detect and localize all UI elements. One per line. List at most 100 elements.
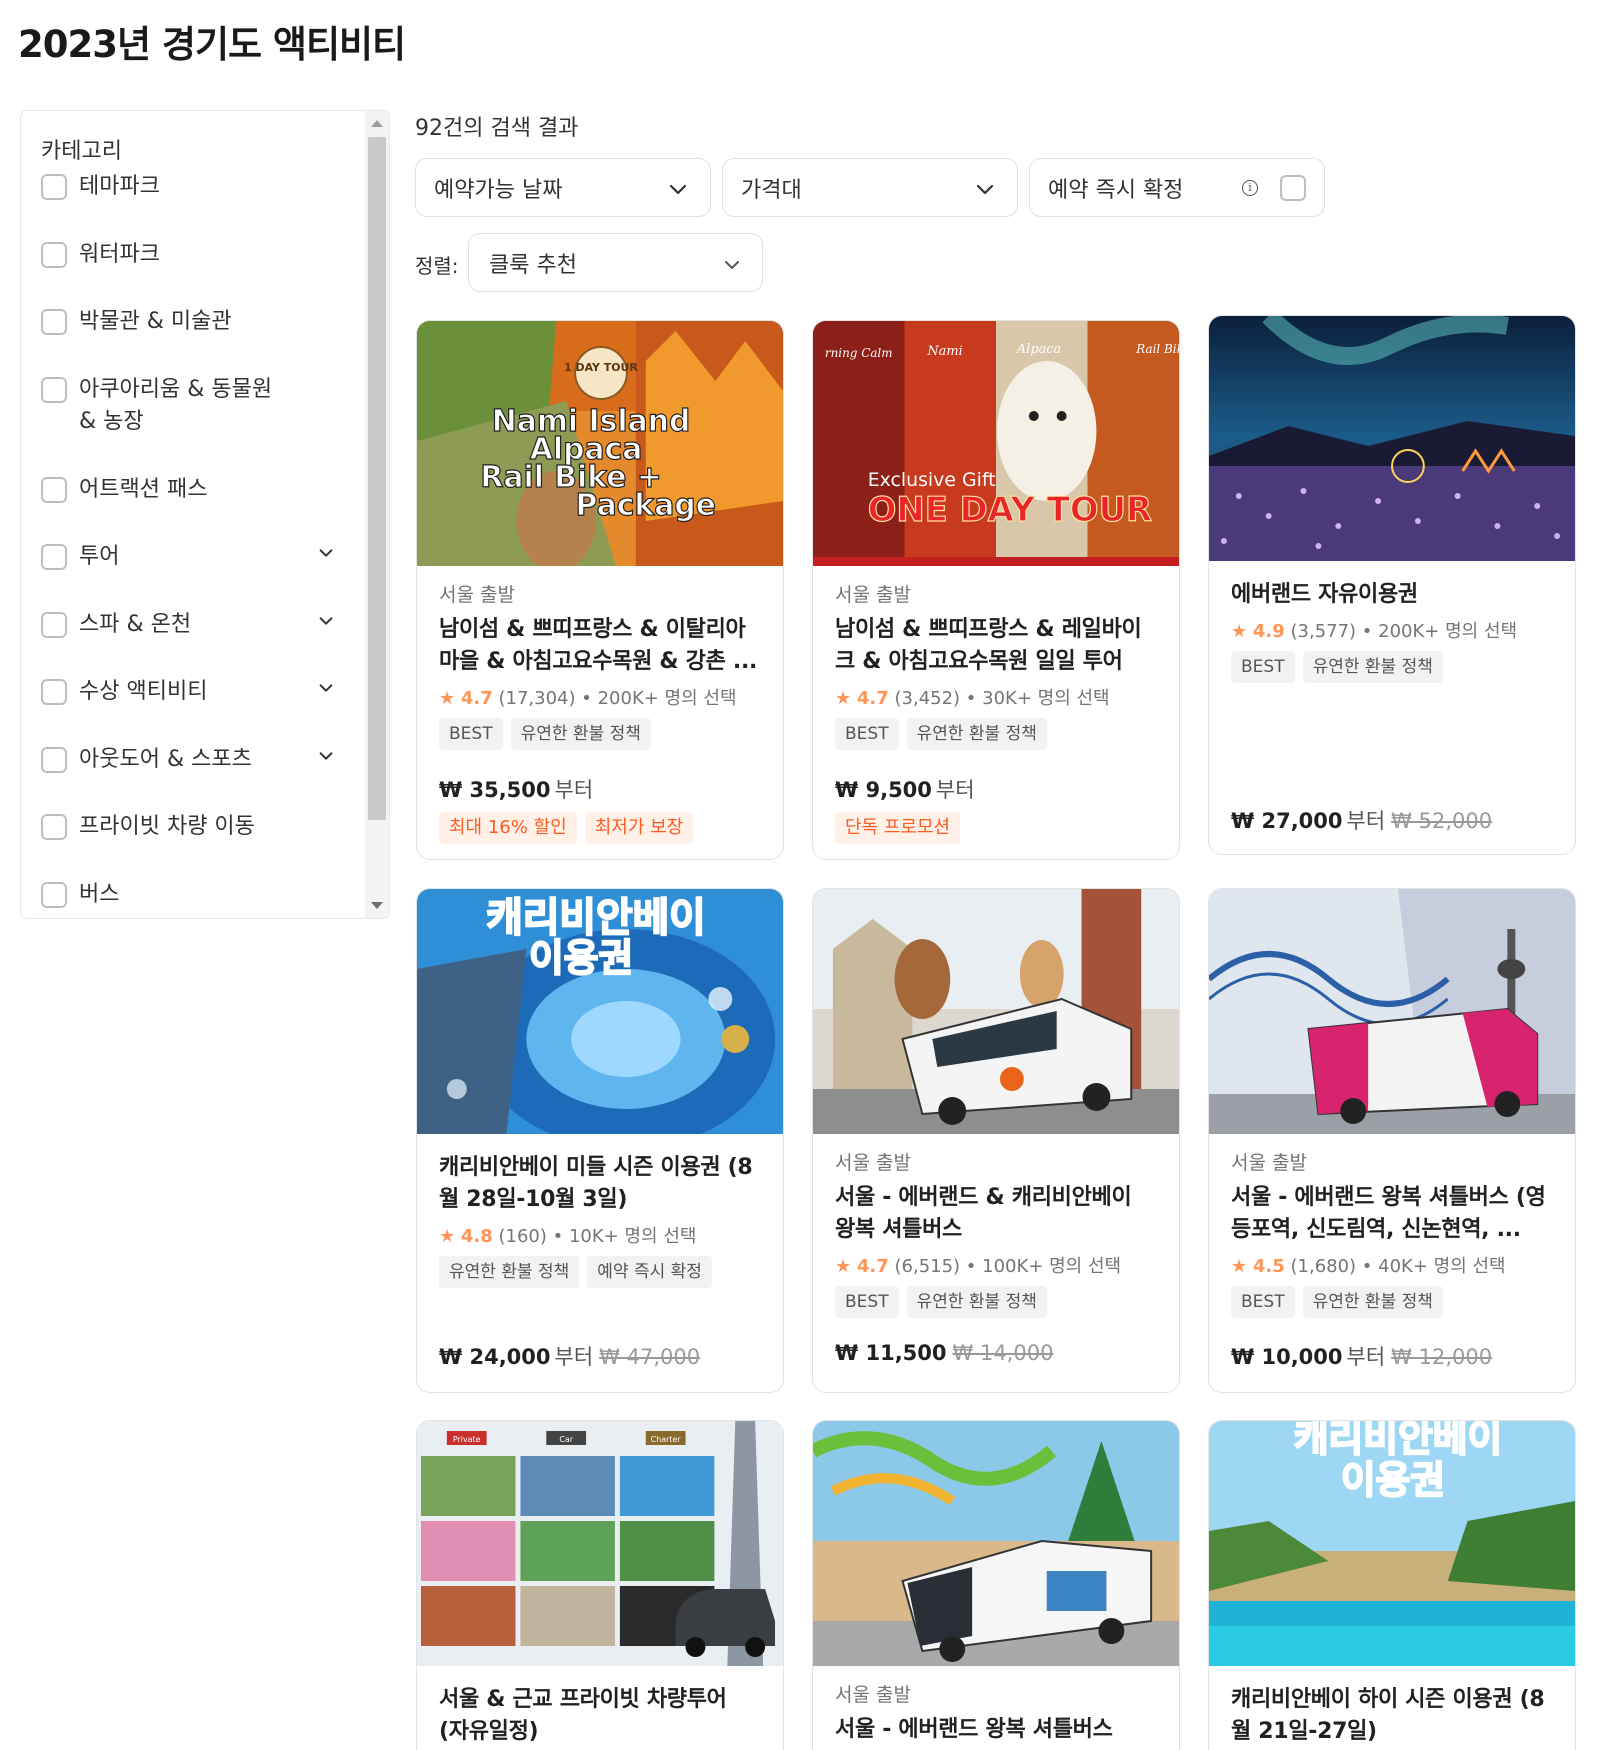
scroll-thumb[interactable] [368, 137, 386, 820]
activity-card[interactable]: rning Calm Nami Alpaca Rail Bik Exclusiv… [812, 320, 1180, 860]
card-image-caribbean-bay-high[interactable]: 캐리비안베이 이용권 [1209, 1421, 1575, 1666]
price-row: ₩ 9,500 부터 [835, 774, 975, 804]
category-item-aquarium[interactable]: 아쿠아리움 & 동물원 & 농장 [41, 372, 366, 472]
card-body: 서울 출발 서울 - 에버랜드 & 캐리비안베이 왕복 셔틀버스 ★ 4.7 (… [813, 1134, 1179, 1392]
info-icon[interactable]: i [1242, 180, 1258, 196]
rating-row: ★ 4.5 (1,680) • 40K+ 명의 선택 [1231, 1256, 1506, 1277]
image-text: Charter [651, 1435, 682, 1444]
price-original: ₩ 47,000 [599, 1345, 701, 1369]
chevron-down-icon[interactable] [316, 746, 336, 766]
category-checkbox[interactable] [41, 174, 67, 200]
category-checkbox[interactable] [41, 309, 67, 335]
image-text: 캐리비안베이 [1294, 1421, 1503, 1460]
chevron-down-icon [973, 177, 997, 207]
category-item-waterpark[interactable]: 워터파크 [41, 237, 366, 305]
scroll-down-arrow-icon[interactable] [371, 902, 383, 909]
card-title[interactable]: 서울 - 에버랜드 왕복 셔틀버스 [835, 1714, 1157, 1746]
tag-list: BEST 유연한 환불 정책 [1231, 651, 1553, 683]
card-image-one-day-tour[interactable]: rning Calm Nami Alpaca Rail Bik Exclusiv… [813, 321, 1179, 566]
date-filter-dropdown[interactable]: 예약가능 날짜 [415, 158, 711, 217]
price-value: ₩ 35,500 [439, 778, 551, 802]
activity-card[interactable]: 서울 출발 서울 - 에버랜드 왕복 셔틀버스 [812, 1420, 1180, 1750]
activity-card[interactable]: 1 DAY TOUR Nami Island Alpaca Rail Bike … [416, 320, 784, 860]
star-icon: ★ [1231, 1256, 1248, 1277]
category-item-tour[interactable]: 투어 [41, 539, 366, 607]
category-checkbox[interactable] [41, 679, 67, 705]
card-image-nami-alpaca[interactable]: 1 DAY TOUR Nami Island Alpaca Rail Bike … [417, 321, 783, 566]
category-item-spa[interactable]: 스파 & 온천 [41, 607, 366, 675]
chevron-down-icon[interactable] [316, 678, 336, 698]
star-icon: ★ [439, 1226, 456, 1247]
card-title[interactable]: 캐리비안베이 하이 시즌 이용권 (8월 21일-27일) [1231, 1684, 1553, 1748]
category-item-bus[interactable]: 버스 [41, 877, 366, 919]
review-count: (3,577) [1290, 621, 1357, 642]
rating-value: 4.7 [460, 688, 493, 709]
category-checkbox[interactable] [41, 746, 67, 773]
card-body: 서울 출발 남이섬 & 쁘띠프랑스 & 이탈리아 마을 & 아침고요수목원 & … [417, 566, 783, 859]
activity-card[interactable]: Private Car Charter 서울 & 근교 프라이빗 차량투어 (자… [416, 1420, 784, 1750]
price-filter-dropdown[interactable]: 가격대 [722, 158, 1018, 217]
activity-card[interactable]: 서울 출발 서울 - 에버랜드 왕복 셔틀버스 (영등포역, 신도림역, 신논현… [1208, 888, 1576, 1393]
activity-card[interactable]: 캐리비안베이 이용권 캐리비안베이 미들 시즌 이용권 (8월 28일-10월 … [416, 888, 784, 1393]
price-original: ₩ 12,000 [1391, 1345, 1493, 1369]
card-title[interactable]: 서울 & 근교 프라이빗 차량투어 (자유일정) [439, 1684, 761, 1748]
tag-badge: 유연한 환불 정책 [1302, 651, 1443, 683]
category-label: 박물관 & 미술관 [79, 309, 232, 334]
card-image-caribbean-bay[interactable]: 캐리비안베이 이용권 [417, 889, 783, 1134]
activity-card[interactable]: 서울 출발 서울 - 에버랜드 & 캐리비안베이 왕복 셔틀버스 ★ 4.7 (… [812, 888, 1180, 1393]
card-image-private-car[interactable]: Private Car Charter [417, 1421, 783, 1666]
category-checkbox[interactable] [41, 881, 67, 908]
rating-row: ★ 4.9 (3,577) • 200K+ 명의 선택 [1231, 621, 1518, 642]
category-checkbox[interactable] [41, 814, 67, 840]
card-title[interactable]: 남이섬 & 쁘띠프랑스 & 레일바이크 & 아침고요수목원 일일 투어 [835, 614, 1157, 678]
category-item-private-car[interactable]: 프라이빗 차량 이동 [41, 809, 366, 877]
category-item-water-activity[interactable]: 수상 액티비티 [41, 674, 366, 742]
card-title[interactable]: 캐리비안베이 미들 시즌 이용권 (8월 28일-10월 3일) [439, 1152, 761, 1216]
image-text: 이용권 [1341, 1458, 1445, 1502]
image-text: Car [559, 1435, 573, 1444]
category-item-museum[interactable]: 박물관 & 미술관 [41, 304, 366, 372]
review-count: (160) [498, 1226, 547, 1247]
chevron-down-icon[interactable] [316, 543, 336, 563]
promo-badge: 단독 프로모션 [835, 812, 961, 844]
category-checkbox[interactable] [41, 376, 67, 403]
card-image-everland[interactable] [1209, 316, 1575, 561]
card-image-shuttle-bus[interactable] [813, 889, 1179, 1134]
sidebar-scrollbar[interactable] [365, 111, 389, 918]
price-row: ₩ 24,000 부터 ₩ 47,000 [439, 1341, 700, 1371]
card-title[interactable]: 서울 - 에버랜드 왕복 셔틀버스 (영등포역, 신도림역, 신논현역, ... [1231, 1182, 1553, 1246]
card-title[interactable]: 서울 - 에버랜드 & 캐리비안베이 왕복 셔틀버스 [835, 1182, 1157, 1246]
card-image-shuttle-bus-seoul[interactable] [1209, 889, 1575, 1134]
price-row: ₩ 11,500 ₩ 14,000 [835, 1341, 1053, 1365]
promo-badge: 최저가 보장 [584, 812, 694, 844]
scroll-up-arrow-icon[interactable] [371, 120, 383, 127]
category-label: 스파 & 온천 [79, 611, 192, 637]
category-item-attraction-pass[interactable]: 어트랙션 패스 [41, 472, 366, 540]
booked-count: 30K+ 명의 선택 [982, 688, 1110, 709]
category-checkbox[interactable] [41, 611, 67, 638]
tag-list: BEST 유연한 환불 정책 [835, 1286, 1157, 1318]
booked-count: 200K+ 명의 선택 [597, 688, 737, 709]
activity-card[interactable]: 캐리비안베이 이용권 캐리비안베이 하이 시즌 이용권 (8월 21일-27일) [1208, 1420, 1576, 1750]
tag-badge: 유연한 환불 정책 [439, 1256, 580, 1288]
sort-dropdown[interactable]: 클룩 추천 [468, 233, 763, 292]
chevron-down-icon[interactable] [316, 611, 336, 631]
card-body: 서울 & 근교 프라이빗 차량투어 (자유일정) [417, 1666, 783, 1750]
category-checkbox[interactable] [41, 476, 67, 503]
card-title[interactable]: 에버랜드 자유이용권 [1231, 579, 1553, 611]
card-title[interactable]: 남이섬 & 쁘띠프랑스 & 이탈리아 마을 & 아침고요수목원 & 강촌 ... [439, 614, 761, 678]
price-value: ₩ 24,000 [439, 1345, 551, 1369]
category-checkbox[interactable] [41, 544, 67, 570]
instant-confirm-checkbox[interactable] [1280, 175, 1306, 201]
card-image-shuttle-bus-everland[interactable] [813, 1421, 1179, 1666]
card-origin: 서울 출발 [835, 1684, 911, 1706]
image-text: rning Calm [825, 346, 893, 360]
category-item-outdoor[interactable]: 아웃도어 & 스포츠 [41, 742, 366, 810]
category-checkbox[interactable] [41, 241, 67, 268]
instant-confirm-filter[interactable]: 예약 즉시 확정 i [1029, 158, 1325, 217]
activity-card[interactable]: 에버랜드 자유이용권 ★ 4.9 (3,577) • 200K+ 명의 선택 B… [1208, 315, 1576, 855]
price-suffix: 부터 [1346, 1345, 1386, 1369]
tag-badge: BEST [1231, 1286, 1295, 1318]
sort-label: 정렬: [415, 254, 459, 278]
category-item-themepark[interactable]: 테마파크 [41, 169, 366, 237]
